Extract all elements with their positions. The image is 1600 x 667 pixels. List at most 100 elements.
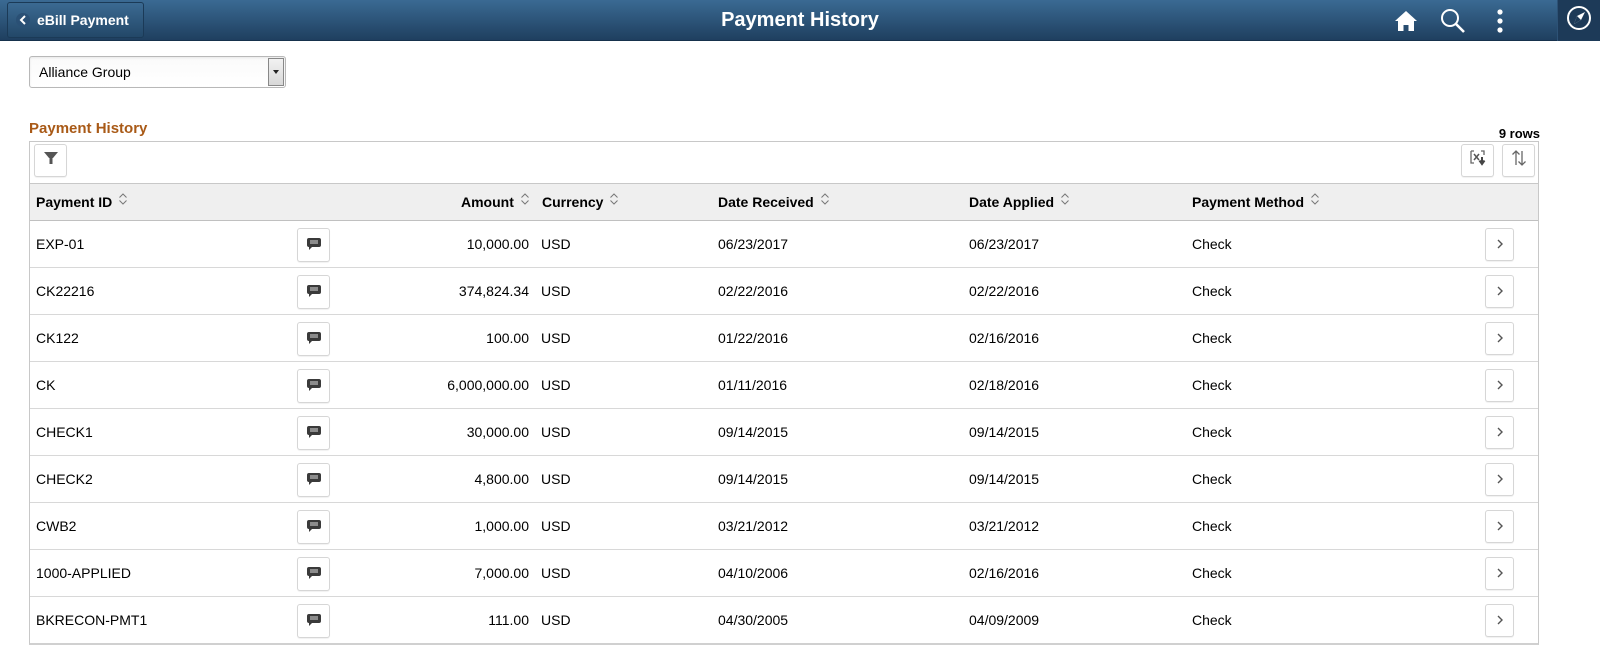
banner-header: eBill Payment Payment History	[0, 0, 1600, 41]
search-icon[interactable]	[1438, 6, 1468, 36]
cell-date-received: 01/11/2016	[718, 377, 788, 393]
cell-date-received: 03/21/2012	[718, 518, 789, 534]
table-row[interactable]: 1000-APPLIED 7,000.00 USD 04/10/2006 02/…	[30, 550, 1538, 597]
row-detail-button[interactable]	[1485, 557, 1514, 590]
cell-currency: USD	[541, 612, 571, 628]
column-header-label: Payment Method	[1192, 194, 1305, 210]
sort-toggle-icon	[1060, 183, 1070, 220]
chevron-right-icon	[1496, 613, 1504, 629]
column-header-date-received[interactable]: Date Received	[718, 184, 830, 221]
table-row[interactable]: EXP-01 10,000.00 USD 06/23/2017 06/23/20…	[30, 221, 1538, 268]
sort-icon	[1510, 149, 1528, 172]
chevron-right-icon	[1496, 472, 1504, 488]
notes-button[interactable]	[297, 275, 330, 309]
actions-menu-icon[interactable]	[1485, 6, 1515, 36]
chevron-left-icon	[16, 13, 30, 27]
cell-date-received: 09/14/2015	[718, 471, 789, 487]
column-header-payment-id[interactable]: Payment ID	[36, 184, 128, 221]
cell-payment-method: Check	[1192, 471, 1232, 487]
cell-amount: 100.00	[486, 330, 529, 346]
cell-date-applied: 04/09/2009	[969, 612, 1040, 628]
back-button-ebill-payment[interactable]: eBill Payment	[7, 2, 144, 38]
notes-button[interactable]	[297, 510, 330, 544]
column-header-label: Amount	[461, 194, 514, 210]
page-title: Payment History	[721, 9, 879, 31]
row-detail-button[interactable]	[1485, 416, 1514, 449]
table-row[interactable]: CK122 100.00 USD 01/22/2016 02/16/2016 C…	[30, 315, 1538, 362]
cell-currency: USD	[541, 236, 571, 252]
cell-payment-id: CHECK1	[36, 424, 93, 440]
notes-button[interactable]	[297, 557, 330, 591]
cell-amount: 111.00	[488, 612, 529, 628]
cell-date-applied: 03/21/2012	[969, 518, 1040, 534]
row-detail-button[interactable]	[1485, 510, 1514, 543]
payment-history-grid: Payment ID Amount Currency Date Received…	[29, 141, 1539, 645]
cell-date-applied: 09/14/2015	[969, 471, 1040, 487]
row-detail-button[interactable]	[1485, 275, 1514, 308]
cell-date-received: 09/14/2015	[718, 424, 789, 440]
sort-toggle-icon	[1310, 183, 1320, 220]
sort-toggle-icon	[118, 183, 128, 220]
cell-currency: USD	[541, 471, 571, 487]
column-header-amount[interactable]: Amount	[461, 184, 530, 221]
column-header-label: Payment ID	[36, 194, 113, 210]
customer-select-value: Alliance Group	[39, 64, 131, 80]
cell-amount: 10,000.00	[466, 236, 529, 252]
cell-currency: USD	[541, 424, 571, 440]
speech-bubble-icon	[306, 237, 322, 254]
cell-amount: 4,800.00	[474, 471, 530, 487]
speech-bubble-icon	[306, 566, 322, 583]
row-detail-button[interactable]	[1485, 604, 1514, 637]
cell-payment-id: CHECK2	[36, 471, 93, 487]
notes-button[interactable]	[297, 416, 330, 450]
customer-select-dropdown[interactable]: Alliance Group	[29, 56, 286, 88]
column-header-payment-method[interactable]: Payment Method	[1192, 184, 1320, 221]
speech-bubble-icon	[306, 519, 322, 536]
row-detail-button[interactable]	[1485, 322, 1514, 355]
download-to-excel-button[interactable]	[1461, 144, 1494, 177]
table-row[interactable]: CHECK1 30,000.00 USD 09/14/2015 09/14/20…	[30, 409, 1538, 456]
cell-date-received: 01/22/2016	[718, 330, 789, 346]
column-header-date-applied[interactable]: Date Applied	[969, 184, 1070, 221]
sort-button[interactable]	[1502, 144, 1535, 177]
table-row[interactable]: BKRECON-PMT1 111.00 USD 04/30/2005 04/09…	[30, 597, 1538, 644]
sort-toggle-icon	[609, 183, 619, 220]
column-header-label: Currency	[542, 194, 604, 210]
cell-payment-id: BKRECON-PMT1	[36, 612, 148, 628]
back-button-label: eBill Payment	[37, 12, 129, 28]
table-row[interactable]: CK22216 374,824.34 USD 02/22/2016 02/22/…	[30, 268, 1538, 315]
cell-date-applied: 02/16/2016	[969, 565, 1040, 581]
notes-button[interactable]	[297, 322, 330, 356]
chevron-right-icon	[1496, 378, 1504, 394]
filter-button[interactable]	[34, 144, 67, 177]
notes-button[interactable]	[297, 604, 330, 638]
row-detail-button[interactable]	[1485, 369, 1514, 402]
cell-payment-method: Check	[1192, 330, 1232, 346]
notes-button[interactable]	[297, 369, 330, 403]
speech-bubble-icon	[306, 331, 322, 348]
chevron-right-icon	[1496, 519, 1504, 535]
row-detail-button[interactable]	[1485, 463, 1514, 496]
table-row[interactable]: CHECK2 4,800.00 USD 09/14/2015 09/14/201…	[30, 456, 1538, 503]
speech-bubble-icon	[306, 284, 322, 301]
grid-body: EXP-01 10,000.00 USD 06/23/2017 06/23/20…	[30, 221, 1538, 644]
chevron-right-icon	[1496, 284, 1504, 300]
sort-toggle-icon	[820, 183, 830, 220]
speech-bubble-icon	[306, 425, 322, 442]
cell-payment-method: Check	[1192, 612, 1232, 628]
speech-bubble-icon	[306, 472, 322, 489]
cell-currency: USD	[541, 330, 571, 346]
chevron-right-icon	[1496, 237, 1504, 253]
column-header-currency[interactable]: Currency	[542, 184, 619, 221]
table-row[interactable]: CWB2 1,000.00 USD 03/21/2012 03/21/2012 …	[30, 503, 1538, 550]
row-detail-button[interactable]	[1485, 228, 1514, 261]
cell-date-received: 02/22/2016	[718, 283, 789, 299]
filter-icon	[43, 150, 59, 171]
cell-payment-id: CK122	[36, 330, 79, 346]
navbar-button[interactable]	[1557, 0, 1600, 41]
table-row[interactable]: CK 6,000,000.00 USD 01/11/2016 02/18/201…	[30, 362, 1538, 409]
notes-button[interactable]	[297, 228, 330, 262]
speech-bubble-icon	[306, 378, 322, 395]
home-icon[interactable]	[1391, 6, 1421, 36]
notes-button[interactable]	[297, 463, 330, 497]
